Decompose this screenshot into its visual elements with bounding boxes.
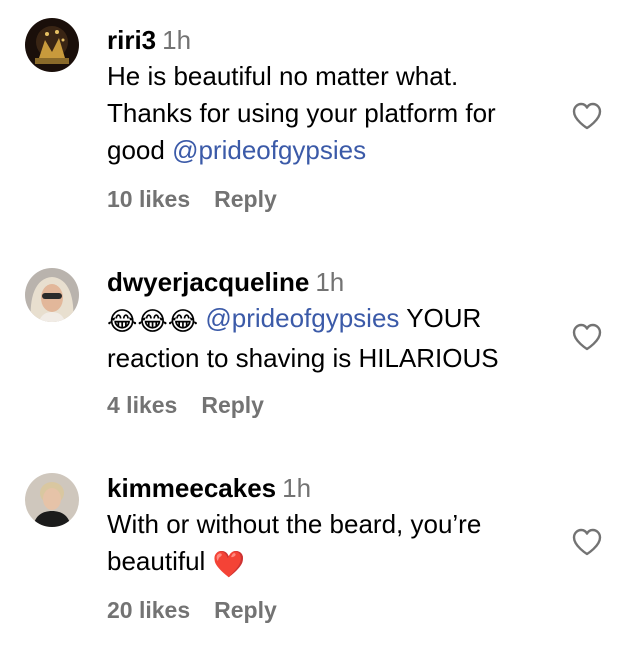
laughing-emoji: 😂😂😂 <box>107 306 199 336</box>
comment-text-fragment: good <box>107 135 165 165</box>
comment-text: He is beautiful no matter what. Thanks f… <box>107 58 567 169</box>
comment-body: kimmeecakes 1h With or without the beard,… <box>107 473 567 583</box>
comment-text-fragment: YOUR <box>406 303 482 333</box>
comments-list: riri3 1h He is beautiful no matter what. … <box>0 0 634 649</box>
likes-count[interactable]: 4 likes <box>107 392 177 418</box>
avatar[interactable] <box>25 473 79 527</box>
likes-count[interactable]: 20 likes <box>107 597 190 623</box>
comment-body: riri3 1h He is beautiful no matter what. … <box>107 25 567 169</box>
timestamp: 1h <box>162 25 192 55</box>
comment-text-line: beautiful ❤️ <box>107 543 567 583</box>
comment-text-line: good @prideofgypsies <box>107 132 567 169</box>
comment-text-line: reaction to shaving is HILARIOUS <box>107 343 499 373</box>
reply-button[interactable]: Reply <box>214 186 277 212</box>
heart-outline-icon[interactable] <box>571 322 603 352</box>
comment-text-line: Thanks for using your platform for <box>107 98 496 128</box>
comment-text: With or without the beard, you’re beauti… <box>107 506 567 583</box>
username[interactable]: kimmeecakes <box>107 473 276 503</box>
comment-header: kimmeecakes 1h <box>107 473 567 503</box>
comment-text-line: He is beautiful no matter what. <box>107 61 459 91</box>
mention-link[interactable]: @prideofgypsies <box>205 303 399 333</box>
comment-body: dwyerjacqueline 1h 😂😂😂 @prideofgypsies YO… <box>107 267 567 377</box>
timestamp: 1h <box>315 267 345 297</box>
avatar[interactable] <box>25 18 79 72</box>
avatar[interactable] <box>25 268 79 322</box>
comment-header: riri3 1h <box>107 25 567 55</box>
mention-link[interactable]: @prideofgypsies <box>172 135 366 165</box>
comment-text: 😂😂😂 @prideofgypsies YOUR reaction to sha… <box>107 300 567 377</box>
timestamp: 1h <box>282 473 312 503</box>
reply-button[interactable]: Reply <box>214 597 277 623</box>
comment-actions: 10 likes Reply <box>107 186 277 213</box>
reply-button[interactable]: Reply <box>201 392 264 418</box>
heart-outline-icon[interactable] <box>571 101 603 131</box>
comment-actions: 4 likes Reply <box>107 392 264 419</box>
red-heart-emoji: ❤️ <box>212 549 245 579</box>
comment-actions: 20 likes Reply <box>107 597 277 624</box>
comment-text-fragment: beautiful <box>107 546 206 576</box>
username[interactable]: riri3 <box>107 25 156 55</box>
comment-text-line: With or without the beard, you’re <box>107 509 482 539</box>
username[interactable]: dwyerjacqueline <box>107 267 309 297</box>
comment-text-line: 😂😂😂 @prideofgypsies YOUR <box>107 300 567 340</box>
likes-count[interactable]: 10 likes <box>107 186 190 212</box>
heart-outline-icon[interactable] <box>571 527 603 557</box>
comment-header: dwyerjacqueline 1h <box>107 267 567 297</box>
